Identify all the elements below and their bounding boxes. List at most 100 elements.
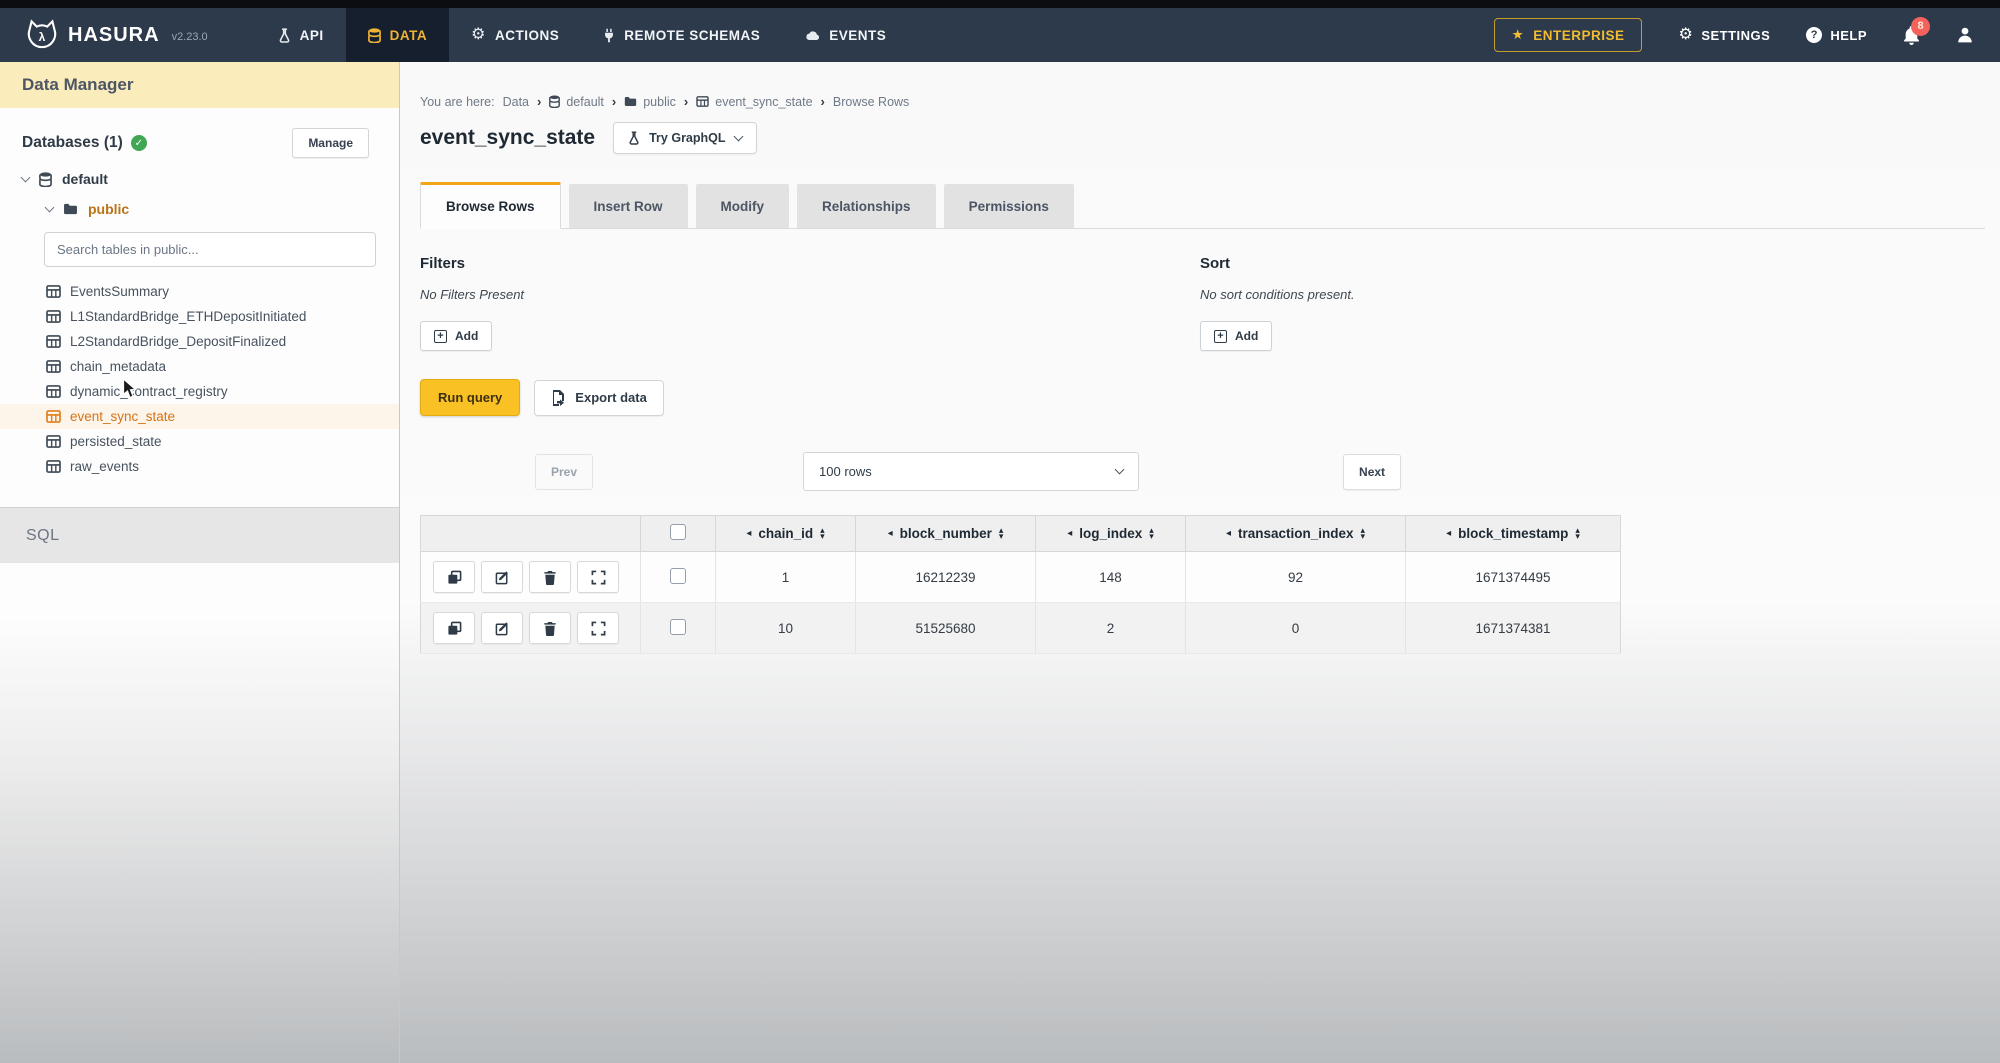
nav-item-remote-schemas[interactable]: REMOTE SCHEMAS [581,8,782,62]
tree-item-schema-public[interactable]: public [0,194,399,224]
breadcrumb-item-public[interactable]: public [624,95,676,109]
export-icon [551,390,565,406]
nav-item-events[interactable]: EVENTS [782,8,908,62]
delete-row-button[interactable] [529,561,571,593]
nav-label: ACTIONS [495,28,559,43]
enterprise-button[interactable]: ★ ENTERPRISE [1494,18,1643,52]
add-sort-button[interactable]: + Add [1200,321,1272,351]
user-menu-button[interactable] [1956,26,1974,44]
table-list-item[interactable]: EventsSummary [0,279,399,304]
database-icon [39,172,52,187]
expand-row-button[interactable] [577,612,619,644]
title-row: event_sync_state Try GraphQL [420,122,2000,154]
column-header-chain-id: ◂ chain_id ▴▾ [716,516,856,552]
delete-row-button[interactable] [529,612,571,644]
table-list-item[interactable]: L2StandardBridge_DepositFinalized [0,329,399,354]
table-list-item[interactable]: persisted_state [0,429,399,454]
flask-icon [278,28,291,43]
databases-label: Databases (1) [22,134,123,152]
table-list: EventsSummary L1StandardBridge_ETHDeposi… [0,277,399,479]
sort-column-icon[interactable]: ▴▾ [1575,528,1580,539]
breadcrumb-item-browse-rows[interactable]: Browse Rows [833,95,909,109]
nav-item-actions[interactable]: ⚙ ACTIONS [449,8,581,62]
cell-block-number: 16212239 [856,552,1036,603]
plus-square-icon: + [1214,330,1227,343]
collapse-column-icon[interactable]: ◂ [746,528,751,539]
collapse-column-icon[interactable]: ◂ [1226,528,1231,539]
sort-column-icon[interactable]: ▴▾ [1149,528,1154,539]
notification-badge: 8 [1911,17,1930,36]
chevron-down-icon [21,173,31,183]
plug-icon [603,28,615,43]
export-data-button[interactable]: Export data [534,380,664,416]
edit-row-button[interactable] [481,612,523,644]
table-list-item[interactable]: L1StandardBridge_ETHDepositInitiated [0,304,399,329]
tab-browse-rows[interactable]: Browse Rows [420,182,561,229]
main-nav: API DATA ⚙ ACTIONS REMOTE SCHEMAS EVENTS [256,8,909,62]
sort-column-icon[interactable]: ▴▾ [820,528,825,539]
settings-button[interactable]: ⚙ SETTINGS [1678,27,1770,43]
notifications-button[interactable]: 8 [1903,26,1920,45]
tab-modify[interactable]: Modify [696,184,790,228]
breadcrumb-item-default[interactable]: default [549,95,604,109]
breadcrumb-item-data[interactable]: Data [503,95,529,109]
tab-permissions[interactable]: Permissions [944,184,1074,228]
run-query-button[interactable]: Run query [420,379,520,416]
clone-row-button[interactable] [433,561,475,593]
collapse-column-icon[interactable]: ◂ [1446,528,1451,539]
filters-empty-text: No Filters Present [420,287,1200,302]
table-name: dynamic_contract_registry [70,384,228,399]
sort-column-icon[interactable]: ▴▾ [1361,528,1366,539]
folder-icon [624,96,637,107]
table-icon [46,285,61,298]
expand-row-button[interactable] [577,561,619,593]
sort-title: Sort [1200,255,1355,272]
version-label: v2.23.0 [172,27,208,43]
star-icon: ★ [1512,27,1525,43]
row-checkbox[interactable] [670,568,686,584]
table-name: L1StandardBridge_ETHDepositInitiated [70,309,306,324]
hasura-logo-icon: λ [26,19,58,51]
table-list-item[interactable]: chain_metadata [0,354,399,379]
table-icon [696,96,709,107]
connected-check-icon: ✓ [131,135,147,151]
filters-title: Filters [420,255,1200,272]
table-list-item[interactable]: dynamic_contract_registry [0,379,399,404]
manage-button[interactable]: Manage [292,128,369,158]
breadcrumb-separator: › [537,94,541,109]
sort-column-icon[interactable]: ▴▾ [999,528,1004,539]
nav-item-api[interactable]: API [256,8,346,62]
actions-header-cell [421,516,641,552]
collapse-column-icon[interactable]: ◂ [888,528,893,539]
select-all-checkbox[interactable] [670,524,686,540]
clone-row-button[interactable] [433,612,475,644]
brand[interactable]: λ HASURA v2.23.0 [26,8,208,62]
row-checkbox[interactable] [670,619,686,635]
cell-block-timestamp: 1671374495 [1406,552,1621,603]
sidebar-item-sql[interactable]: SQL [0,507,399,563]
table-icon [46,435,61,448]
tab-insert-row[interactable]: Insert Row [569,184,688,228]
next-page-button[interactable]: Next [1343,454,1401,490]
prev-page-button[interactable]: Prev [535,454,593,490]
tree-item-database-default[interactable]: default [0,164,399,194]
nav-item-data[interactable]: DATA [346,8,450,62]
breadcrumb-item-table[interactable]: event_sync_state [696,95,812,109]
help-button[interactable]: ? HELP [1806,27,1867,43]
search-tables-input[interactable] [44,232,376,267]
tab-relationships[interactable]: Relationships [797,184,936,228]
help-label: HELP [1830,28,1867,43]
rows-per-page-select[interactable]: 100 rows [803,452,1139,491]
column-header-block-number: ◂ block_number ▴▾ [856,516,1036,552]
try-graphql-button[interactable]: Try GraphQL [613,122,756,154]
collapse-column-icon[interactable]: ◂ [1067,528,1072,539]
table-header-row: ◂ chain_id ▴▾ ◂ block_number ▴▾ [421,516,1621,552]
table-list-item[interactable]: raw_events [0,454,399,479]
table-list-item-selected[interactable]: event_sync_state [0,404,399,429]
breadcrumb-prefix: You are here: [420,95,495,109]
table-name: event_sync_state [70,409,175,424]
filter-sort-panels: Filters No Filters Present + Add Sort No… [420,255,2000,351]
tree-database-label: default [62,171,108,187]
add-filter-button[interactable]: + Add [420,321,492,351]
edit-row-button[interactable] [481,561,523,593]
